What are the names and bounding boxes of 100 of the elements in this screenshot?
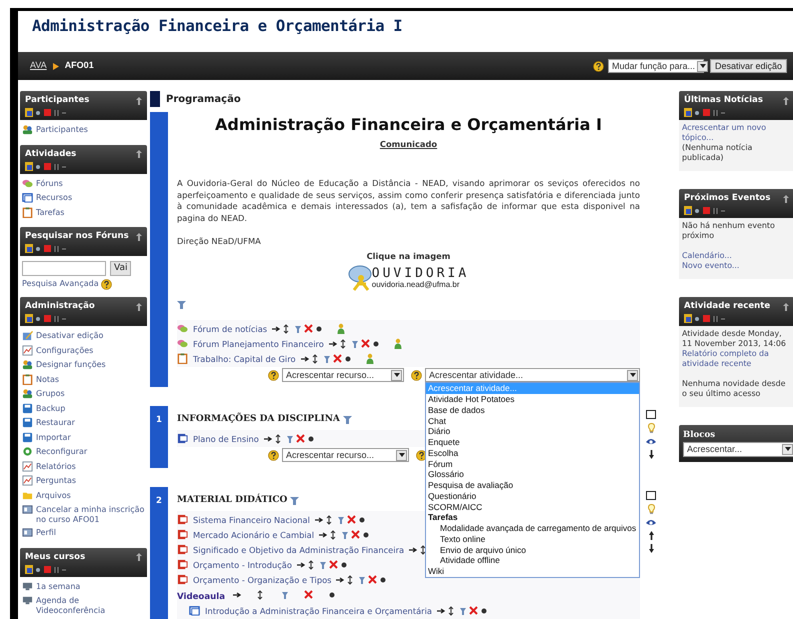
dropdown-option[interactable]: Enquete [426, 437, 462, 448]
pin-icon[interactable] [136, 302, 142, 310]
activity-select[interactable]: Acrescentar atividade... [425, 368, 640, 382]
sidebar-link[interactable]: Reconfigurar [36, 446, 88, 457]
sidebar-link[interactable]: Perfil [36, 527, 56, 538]
caret-icon [697, 60, 708, 72]
pin-icon[interactable] [136, 232, 142, 240]
pencil-icon [22, 330, 33, 341]
activity-link[interactable]: Significado e Objetivo da Administração Financeira [193, 544, 404, 556]
resource-select[interactable]: Acrescentar recurso... [282, 448, 409, 462]
dropdown-option[interactable]: Atividade offline [426, 555, 502, 566]
pin-icon[interactable] [783, 302, 789, 310]
monitor-icon [22, 595, 33, 606]
activity-link[interactable]: Orçamento - Introdução [193, 558, 292, 572]
pin-icon[interactable] [136, 150, 142, 158]
block-title: Atividade recente [684, 301, 770, 312]
advanced-search-link[interactable]: Pesquisa Avançada [22, 278, 99, 290]
block-title: Participantes [25, 95, 90, 106]
breadcrumb-link[interactable]: AVA [30, 59, 47, 73]
lightbulb-icon[interactable] [648, 423, 654, 434]
people-icon [22, 124, 33, 135]
dropdown-option[interactable]: Questionário [426, 490, 478, 502]
caret-icon [396, 450, 407, 461]
image-caption: Clique na imagem [366, 250, 452, 262]
pin-icon[interactable] [136, 96, 142, 104]
search-field[interactable] [22, 261, 106, 276]
arrow-down-icon[interactable] [648, 450, 654, 460]
highlight-icon[interactable] [646, 491, 656, 500]
help-icon[interactable] [268, 370, 279, 381]
dropdown-option[interactable]: SCORM/AICC [426, 502, 484, 512]
sidebar-link[interactable]: Importar [36, 432, 71, 442]
dropdown-option[interactable]: Atividade Hot Potatoes [426, 394, 516, 405]
caret-icon [627, 370, 638, 381]
help-icon[interactable] [268, 450, 279, 461]
sidebar-link[interactable]: Relatórios [36, 460, 76, 472]
dropdown-option[interactable]: Diário [426, 426, 452, 438]
resource-select[interactable]: Acrescentar recurso... [282, 368, 404, 382]
dropdown-option[interactable]: Fórum [426, 458, 455, 470]
sidebar-link[interactable]: 1a semana [36, 580, 80, 592]
eye-icon[interactable] [646, 437, 656, 446]
announcement-title: Comunicado [380, 139, 438, 149]
clipboard-icon [22, 206, 33, 218]
dropdown-option[interactable]: Wiki [426, 566, 446, 577]
monitor-icon [22, 580, 33, 592]
add-block-select[interactable]: Acrescentar... [683, 442, 793, 457]
sidebar-link[interactable]: Participantes [36, 124, 88, 135]
sidebar-link[interactable]: Arquivos [36, 490, 71, 500]
activity-link[interactable]: Fórum Planejamento Financeiro [193, 338, 324, 350]
people-icon [22, 359, 33, 370]
chat-person-icon [348, 264, 374, 292]
dropdown-option[interactable]: Texto online [426, 534, 488, 545]
activity-link[interactable]: Trabalho: Capital de Giro [193, 352, 296, 366]
section-title: INFORMAÇÕES DA DISCIPLINA [177, 412, 340, 426]
dropdown-option[interactable]: Glossário [426, 469, 466, 480]
sidebar-link[interactable]: Recursos [36, 192, 72, 203]
activity-link[interactable]: Introdução a Administração Financeira e Orçamentária [205, 604, 432, 618]
dropdown-option[interactable]: Pesquisa de avaliação [426, 480, 516, 491]
sidebar-link[interactable]: Grupos [36, 388, 65, 399]
eye-icon[interactable] [646, 518, 656, 528]
sidebar-link[interactable]: Backup [36, 402, 66, 414]
sidebar-link[interactable]: Desativar edição [36, 330, 104, 341]
sidebar-link[interactable]: Agenda de Videoconferência [36, 595, 145, 616]
sidebar-link[interactable]: Tarefas [36, 206, 64, 218]
sidebar-link[interactable]: Cancelar a minha inscrição no curso AFO01 [36, 504, 145, 525]
arrow-down-icon[interactable] [648, 544, 654, 554]
help-icon[interactable] [592, 60, 604, 72]
person-icon[interactable] [337, 323, 346, 334]
arrow-up-icon[interactable] [648, 531, 654, 540]
dropdown-option[interactable]: Chat [426, 416, 448, 426]
highlight-icon[interactable] [646, 410, 656, 420]
card-icon [22, 527, 33, 538]
dropdown-option[interactable]: Base de dados [426, 404, 487, 416]
activity-link[interactable]: Fórum de notícias [193, 322, 268, 336]
dropdown-option[interactable]: Modalidade avançada de carregamento de arquivos [426, 523, 638, 534]
activity-link[interactable]: Plano de Ensino [193, 432, 259, 446]
go-button[interactable]: Vai [110, 261, 132, 276]
help-icon[interactable] [411, 370, 422, 381]
chart-icon [22, 475, 33, 486]
ouvidoria-logo[interactable]: OUVIDORIA ouvidoria.nead@ufma.br [348, 264, 470, 292]
pin-icon[interactable] [136, 553, 142, 561]
sidebar-link[interactable]: Designar funções [36, 359, 106, 370]
section-number: 2 [156, 495, 162, 508]
person-icon[interactable] [366, 353, 374, 364]
lightbulb-icon[interactable] [648, 504, 654, 514]
sidebar-link[interactable]: Notas [36, 374, 60, 384]
dropdown-option[interactable]: Envio de arquivo único [426, 544, 528, 556]
dropdown-option[interactable]: Escolha [426, 448, 460, 459]
help-icon[interactable] [100, 278, 112, 290]
sidebar-link[interactable]: Configurações [36, 344, 94, 356]
sidebar-link[interactable]: Restaurar [36, 417, 75, 428]
person-icon[interactable] [394, 338, 402, 350]
pin-icon[interactable] [783, 96, 789, 104]
edit-mode-button[interactable]: Desativar edição [710, 59, 787, 73]
pin-icon[interactable] [783, 194, 789, 202]
activity-link[interactable]: Mercado Acionário e Cambial [193, 528, 314, 542]
sidebar-link[interactable]: Perguntas [36, 475, 76, 486]
sidebar-link[interactable]: Fóruns [36, 178, 63, 188]
help-icon[interactable] [416, 450, 427, 461]
activity-link[interactable]: Sistema Financeiro Nacional [193, 514, 310, 526]
activity-link[interactable]: Orçamento - Organização e Tipos [193, 574, 332, 586]
